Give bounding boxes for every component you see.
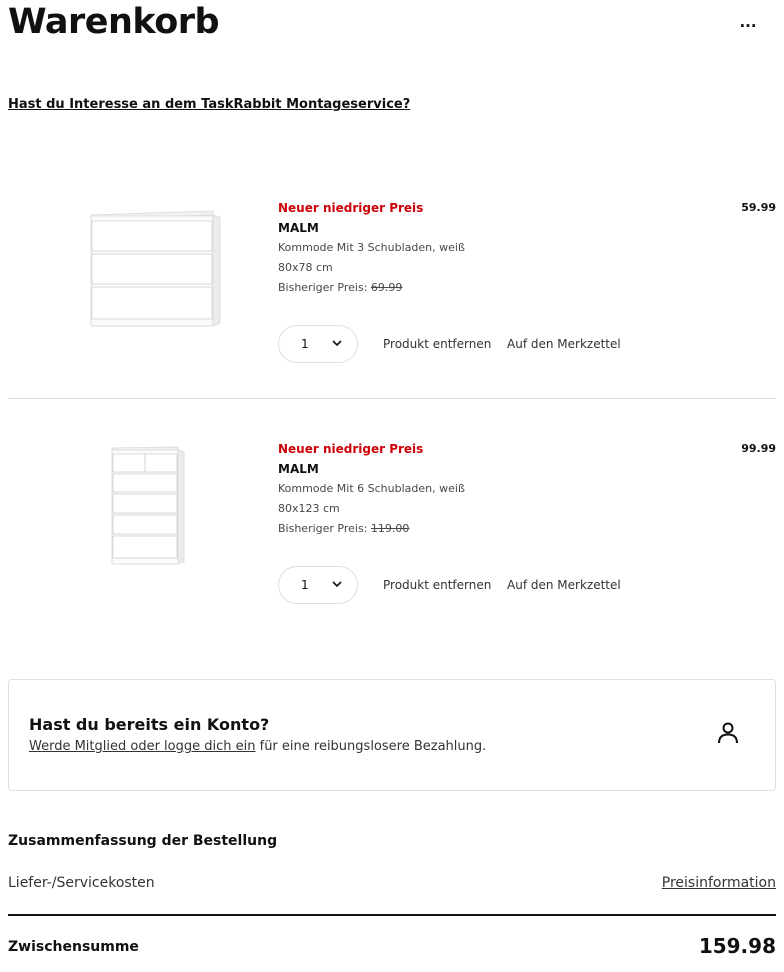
taskrabbit-link[interactable]: Hast du Interesse an dem TaskRabbit Mont… <box>8 97 410 112</box>
chevron-down-icon <box>332 581 342 588</box>
product-description: Kommode Mit 3 Schubladen, weiß <box>278 241 465 254</box>
previous-price-row: Bisheriger Preis: 119.00 <box>278 522 465 542</box>
quantity-value: 1 <box>301 337 309 351</box>
new-price-badge: Neuer niedriger Preis <box>278 442 424 456</box>
page-title: Warenkorb <box>8 2 220 42</box>
previous-price: 69.99 <box>370 281 403 294</box>
login-link[interactable]: Werde Mitglied oder logge dich ein <box>29 739 255 754</box>
remove-product-button[interactable]: Produkt entfernen <box>383 578 491 592</box>
delivery-cost-label: Liefer-/Servicekosten <box>8 875 155 891</box>
product-name[interactable]: MALM <box>278 221 465 241</box>
new-price-badge: Neuer niedriger Preis <box>278 201 424 215</box>
cart-item: Neuer niedriger Preis MALM Kommode Mit 3… <box>8 193 776 383</box>
user-icon <box>718 722 738 744</box>
product-name[interactable]: MALM <box>278 462 465 482</box>
order-summary-title: Zusammenfassung der Bestellung <box>8 833 278 849</box>
quantity-select[interactable]: 1 <box>278 566 358 604</box>
summary-divider <box>8 914 776 916</box>
quantity-value: 1 <box>301 578 309 592</box>
divider <box>8 398 776 399</box>
product-size: 80x78 cm <box>278 261 333 274</box>
product-price: 99.99 <box>741 442 776 455</box>
previous-price-label: Bisheriger Preis: <box>278 281 368 294</box>
price-info-link[interactable]: Preisinformation <box>662 875 776 891</box>
account-text: Werde Mitglied oder logge dich ein für e… <box>29 739 486 754</box>
account-text-rest: für eine reibungslosere Bezahlung. <box>255 739 487 754</box>
dresser-6-drawers-image[interactable] <box>68 434 228 584</box>
quantity-select[interactable]: 1 <box>278 325 358 363</box>
cart-item: Neuer niedriger Preis MALM Kommode Mit 6… <box>8 434 776 624</box>
chevron-down-icon <box>332 340 342 347</box>
product-price: 59.99 <box>741 201 776 214</box>
more-options-button[interactable]: ··· <box>736 14 760 38</box>
previous-price: 119.00 <box>370 522 410 535</box>
subtotal-value: 159.98 <box>698 934 776 958</box>
product-description: Kommode Mit 6 Schubladen, weiß <box>278 482 465 495</box>
account-box: Hast du bereits ein Konto? Werde Mitglie… <box>8 679 776 791</box>
product-info: Neuer niedriger Preis MALM Kommode Mit 6… <box>278 442 465 542</box>
dresser-3-drawers-image[interactable] <box>68 193 228 343</box>
previous-price-label: Bisheriger Preis: <box>278 522 368 535</box>
add-to-wishlist-button[interactable]: Auf den Merkzettel <box>507 337 621 351</box>
product-size: 80x123 cm <box>278 502 340 515</box>
previous-price-row: Bisheriger Preis: 69.99 <box>278 281 465 301</box>
remove-product-button[interactable]: Produkt entfernen <box>383 337 491 351</box>
account-title: Hast du bereits ein Konto? <box>29 715 270 734</box>
add-to-wishlist-button[interactable]: Auf den Merkzettel <box>507 578 621 592</box>
subtotal-label: Zwischensumme <box>8 939 139 955</box>
product-info: Neuer niedriger Preis MALM Kommode Mit 3… <box>278 201 465 301</box>
